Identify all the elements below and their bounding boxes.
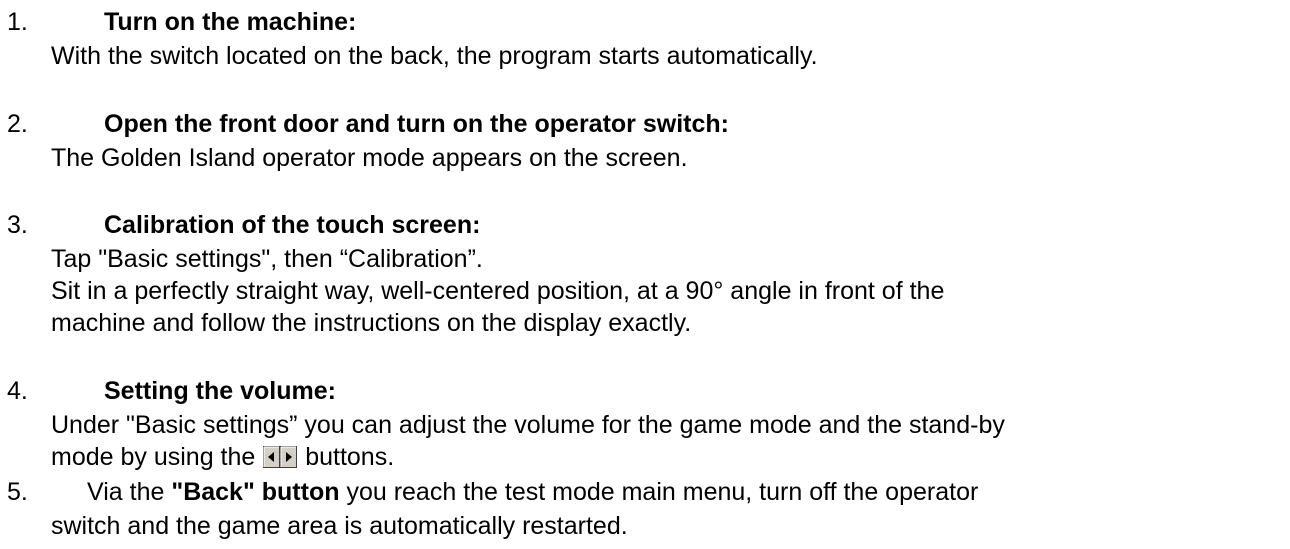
step-text: mode by using the: [51, 443, 256, 471]
step-text: buttons.: [305, 443, 395, 471]
step-text: Sit in a perfectly straight way, well-ce…: [51, 277, 945, 305]
step-text: Under "Basic settings” you can adjust th…: [51, 411, 1005, 439]
step-text-with-icon: mode by using the buttons.: [51, 441, 394, 473]
step-lead: Via the: [87, 478, 165, 506]
step-heading: Calibration of the touch screen:: [104, 211, 481, 239]
step-number: 4.: [7, 377, 28, 405]
back-button-reference: "Back" button: [171, 478, 340, 506]
step-number: 2.: [7, 110, 28, 138]
step-number: 3.: [7, 211, 28, 239]
step-number: 5.: [7, 478, 28, 506]
step-text: you reach the test mode main menu, turn …: [346, 478, 979, 506]
step-number: 1.: [7, 8, 28, 36]
step-text: The Golden Island operator mode appears …: [51, 144, 688, 172]
left-right-arrow-buttons-icon: [263, 446, 298, 468]
step-text-line: Via the "Back" button you reach the test…: [87, 476, 978, 508]
step-heading: Open the front door and turn on the oper…: [104, 110, 729, 138]
step-text: Tap "Basic settings", then “Calibration”…: [51, 245, 483, 273]
step-heading: Turn on the machine:: [104, 8, 357, 36]
step-text: With the switch located on the back, the…: [51, 42, 818, 70]
step-text: machine and follow the instructions on t…: [51, 309, 692, 337]
step-text: switch and the game area is automaticall…: [51, 512, 628, 540]
step-heading: Setting the volume:: [104, 377, 336, 405]
